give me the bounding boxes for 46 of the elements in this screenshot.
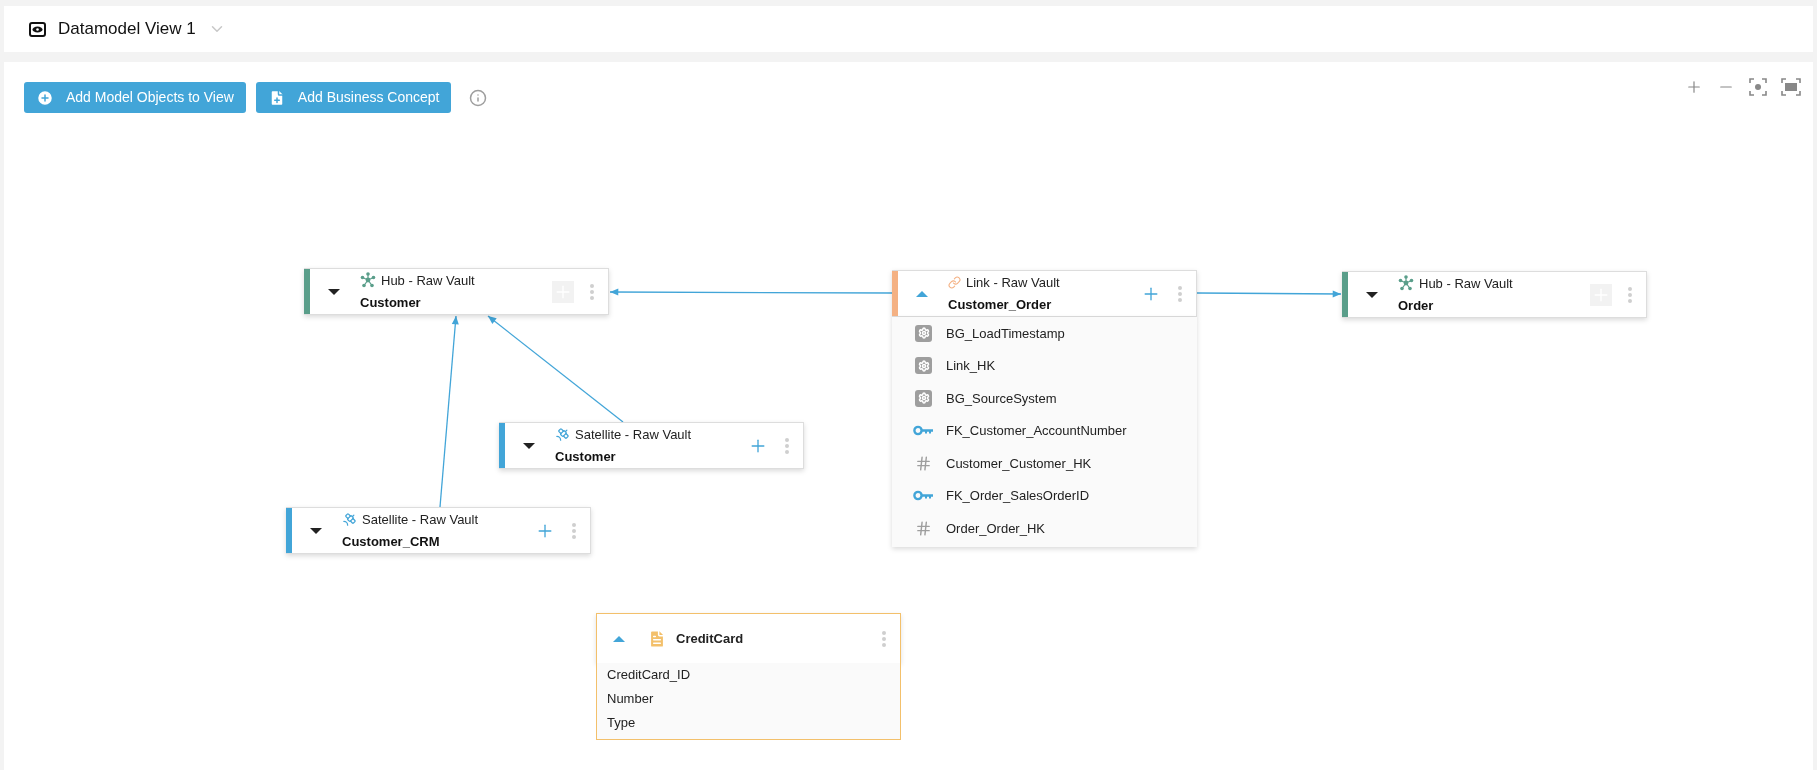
hash-icon bbox=[915, 519, 932, 537]
node-name: CreditCard bbox=[676, 629, 744, 648]
network-icon bbox=[360, 272, 376, 289]
node-type: Satellite - Raw Vault bbox=[362, 510, 479, 529]
network-icon bbox=[1398, 275, 1414, 292]
attribute-name[interactable]: BG_LoadTimestamp bbox=[946, 323, 1065, 343]
node-type: Satellite - Raw Vault bbox=[575, 425, 692, 444]
fit-screen-icon[interactable] bbox=[1781, 78, 1801, 96]
hash-icon bbox=[915, 454, 932, 472]
node-name: Customer_CRM bbox=[342, 533, 441, 551]
satellite-icon bbox=[555, 426, 570, 442]
gear-icon bbox=[915, 389, 932, 407]
satellite-node[interactable]: Satellite - Raw Vault Customer bbox=[499, 422, 804, 469]
node-type: Hub - Raw Vault bbox=[381, 271, 475, 290]
attribute-name[interactable]: Customer_Customer_HK bbox=[946, 453, 1092, 473]
attribute-name[interactable]: BG_SourceSystem bbox=[946, 388, 1057, 408]
attribute-name[interactable]: FK_Order_SalesOrderID bbox=[946, 486, 1090, 506]
attribute-name[interactable]: Type bbox=[607, 713, 636, 733]
node-name: Order bbox=[1398, 297, 1435, 315]
satellite-node[interactable]: Satellite - Raw Vault Customer_CRM bbox=[286, 507, 591, 554]
attribute-name[interactable]: CreditCard_ID bbox=[607, 665, 691, 685]
view-icon bbox=[29, 21, 46, 37]
node-type: Hub - Raw Vault bbox=[1419, 274, 1513, 293]
attribute-name[interactable]: Link_HK bbox=[946, 356, 996, 376]
attribute-name[interactable]: Number bbox=[607, 689, 654, 709]
focus-icon[interactable] bbox=[1749, 78, 1767, 96]
info-icon[interactable] bbox=[469, 88, 488, 107]
node-name: Customer bbox=[555, 448, 617, 466]
plus-circle-icon bbox=[36, 88, 54, 107]
link-icon bbox=[948, 275, 961, 289]
satellite-icon bbox=[342, 511, 357, 527]
hub-node[interactable]: Hub - Raw Vault Customer bbox=[304, 268, 609, 315]
attribute-name[interactable]: Order_Order_HK bbox=[946, 518, 1045, 538]
gear-icon bbox=[915, 357, 932, 375]
link-node[interactable]: Link - Raw Vault Customer_Order bbox=[892, 270, 1197, 317]
gear-icon bbox=[915, 324, 932, 342]
node-type: Link - Raw Vault bbox=[966, 273, 1060, 292]
hub-node[interactable]: Hub - Raw Vault Order bbox=[1342, 271, 1647, 318]
node-name: Customer bbox=[360, 294, 422, 312]
node-name: Customer_Order bbox=[948, 296, 1053, 314]
key-icon bbox=[913, 425, 934, 437]
view-title: Datamodel View 1 bbox=[58, 18, 196, 41]
attribute-name[interactable]: FK_Customer_AccountNumber bbox=[946, 421, 1127, 441]
zoom-in-icon[interactable] bbox=[1685, 78, 1703, 96]
entity-node[interactable]: CreditCard bbox=[596, 613, 901, 663]
key-icon bbox=[913, 490, 934, 502]
